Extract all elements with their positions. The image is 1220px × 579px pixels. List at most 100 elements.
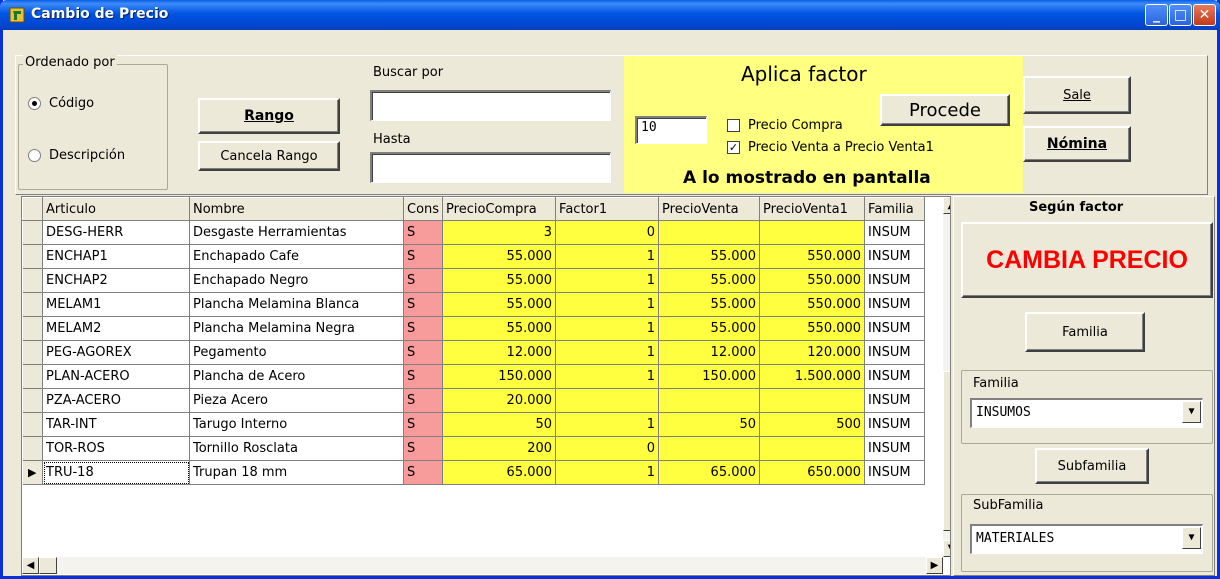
table-row[interactable]: PLAN-ACERO Plancha de Acero S 150.000 1 150.0… — [22, 364, 926, 389]
col-header-nombre[interactable]: Nombre — [189, 197, 404, 221]
grid-horizontal-scrollbar[interactable]: ◀ ▶ — [22, 557, 943, 574]
cell-nombre[interactable]: Pieza Acero — [189, 388, 404, 413]
chk-precio-compra-box[interactable] — [727, 119, 740, 132]
procede-button[interactable]: Procede — [880, 94, 1010, 126]
cell-cons[interactable]: S — [403, 364, 444, 389]
cell-precioventa[interactable]: 55.000 — [658, 316, 761, 341]
cell-nombre[interactable]: Desgaste Herramientas — [189, 220, 404, 245]
cell-familia[interactable]: INSUM — [864, 340, 926, 365]
cell-familia[interactable]: INSUM — [864, 412, 926, 437]
row-indicator[interactable] — [22, 244, 43, 269]
cell-preciocompra[interactable]: 55.000 — [442, 292, 557, 317]
cell-preciocompra[interactable]: 150.000 — [442, 364, 557, 389]
table-row[interactable]: ENCHAP2 Enchapado Negro S 55.000 1 55.000 550.… — [22, 268, 926, 293]
cell-precioventa1[interactable]: 550.000 — [759, 292, 866, 317]
cell-familia[interactable]: INSUM — [864, 388, 926, 413]
cell-precioventa1[interactable] — [759, 388, 866, 413]
row-indicator[interactable] — [22, 268, 43, 293]
subfamilia-dropdown-arrow-icon[interactable]: ▼ — [1182, 527, 1201, 549]
cell-nombre[interactable]: Enchapado Cafe — [189, 244, 404, 269]
cell-precioventa[interactable]: 50 — [658, 412, 761, 437]
subfamilia-button[interactable]: Subfamilia — [1035, 448, 1149, 484]
cell-cons[interactable]: S — [403, 412, 444, 437]
cell-precioventa[interactable]: 150.000 — [658, 364, 761, 389]
table-row[interactable]: ▶ TRU-18 Trupan 18 mm S 65.000 1 65.000 650.000… — [22, 460, 926, 485]
cell-articulo[interactable]: TAR-INT — [42, 412, 190, 437]
nomina-button[interactable]: Nómina — [1023, 126, 1131, 162]
table-row[interactable]: PEG-AGOREX Pegamento S 12.000 1 12.000 120.000… — [22, 340, 926, 365]
col-header-cons[interactable]: Cons — [402, 197, 444, 221]
cell-factor1[interactable]: 0 — [555, 436, 660, 461]
cell-precioventa1[interactable]: 120.000 — [759, 340, 866, 365]
table-row[interactable]: MELAM2 Plancha Melamina Negra S 55.000 1 55.0… — [22, 316, 926, 341]
cell-cons[interactable]: S — [403, 436, 444, 461]
cell-familia[interactable]: INSUM — [864, 364, 926, 389]
cell-precioventa1[interactable]: 550.000 — [759, 244, 866, 269]
cell-nombre[interactable]: Plancha Melamina Negra — [189, 316, 404, 341]
radio-descripcion-indicator[interactable] — [28, 149, 41, 162]
cell-familia[interactable]: INSUM — [864, 436, 926, 461]
cell-precioventa1[interactable] — [759, 220, 866, 245]
cell-preciocompra[interactable]: 55.000 — [442, 268, 557, 293]
cell-precioventa[interactable]: 65.000 — [658, 460, 761, 485]
cell-factor1[interactable] — [555, 388, 660, 413]
cell-familia[interactable]: INSUM — [864, 292, 926, 317]
cell-factor1[interactable]: 1 — [555, 460, 660, 485]
cell-factor1[interactable]: 1 — [555, 412, 660, 437]
cell-factor1[interactable]: 0 — [555, 220, 660, 245]
scroll-down-button[interactable]: ▼ — [943, 540, 950, 557]
cell-articulo[interactable]: ENCHAP2 — [42, 268, 190, 293]
cell-precioventa[interactable]: 55.000 — [658, 268, 761, 293]
col-header-familia[interactable]: Familia — [864, 197, 926, 221]
row-indicator[interactable] — [22, 412, 43, 437]
cell-cons[interactable]: S — [403, 220, 444, 245]
cell-preciocompra[interactable]: 55.000 — [442, 244, 557, 269]
radio-codigo[interactable]: Código — [28, 96, 94, 111]
cell-nombre[interactable]: Enchapado Negro — [189, 268, 404, 293]
row-indicator[interactable] — [22, 220, 43, 245]
scroll-up-button[interactable]: ▲ — [943, 197, 950, 214]
cell-familia[interactable]: INSUM — [864, 316, 926, 341]
familia-dropdown-arrow-icon[interactable]: ▼ — [1182, 401, 1201, 423]
row-indicator[interactable] — [22, 292, 43, 317]
cell-preciocompra[interactable]: 12.000 — [442, 340, 557, 365]
cell-precioventa[interactable]: 12.000 — [658, 340, 761, 365]
col-header-precioventa1[interactable]: PrecioVenta1 — [759, 197, 866, 221]
grid-vertical-scrollbar[interactable]: ▲ ▼ — [943, 197, 950, 557]
row-indicator[interactable] — [22, 316, 43, 341]
cell-precioventa1[interactable]: 550.000 — [759, 316, 866, 341]
chk-precio-venta[interactable]: ✓ Precio Venta a Precio Venta1 — [727, 140, 934, 155]
articulos-grid[interactable]: Articulo Nombre Cons PrecioCompra Factor… — [21, 196, 951, 576]
cell-preciocompra[interactable]: 50 — [442, 412, 557, 437]
factor-input[interactable]: 10 — [635, 116, 707, 144]
table-row[interactable]: TAR-INT Tarugo Interno S 50 1 50 500 INSUM — [22, 412, 926, 437]
cell-precioventa1[interactable]: 500 — [759, 412, 866, 437]
table-row[interactable]: DESG-HERR Desgaste Herramientas S 3 0 INSUM — [22, 220, 926, 245]
cell-factor1[interactable]: 1 — [555, 244, 660, 269]
scroll-thumb[interactable] — [943, 371, 950, 531]
cell-nombre[interactable]: Pegamento — [189, 340, 404, 365]
rango-button[interactable]: Rango — [198, 98, 340, 134]
scroll-right-button[interactable]: ▶ — [926, 557, 943, 574]
close-button[interactable]: ✕ — [1193, 4, 1216, 26]
cell-cons[interactable]: S — [403, 388, 444, 413]
cell-factor1[interactable]: 1 — [555, 268, 660, 293]
cell-familia[interactable]: INSUM — [864, 460, 926, 485]
cell-preciocompra[interactable]: 55.000 — [442, 316, 557, 341]
cell-cons[interactable]: S — [403, 340, 444, 365]
chk-precio-compra[interactable]: Precio Compra — [727, 118, 843, 133]
cell-articulo[interactable]: PLAN-ACERO — [42, 364, 190, 389]
familia-button[interactable]: Familia — [1025, 312, 1145, 352]
table-row[interactable]: MELAM1 Plancha Melamina Blanca S 55.000 1 55.… — [22, 292, 926, 317]
cell-precioventa[interactable]: 55.000 — [658, 244, 761, 269]
col-header-articulo[interactable]: Articulo — [42, 197, 190, 221]
chk-precio-venta-box[interactable]: ✓ — [727, 141, 740, 154]
cell-articulo[interactable]: MELAM2 — [42, 316, 190, 341]
buscar-input[interactable] — [370, 90, 611, 121]
cell-factor1[interactable]: 1 — [555, 316, 660, 341]
title-bar[interactable]: Cambio de Precio _ □ ✕ — [0, 0, 1220, 30]
cell-preciocompra[interactable]: 65.000 — [442, 460, 557, 485]
hscroll-thumb[interactable] — [39, 557, 57, 574]
col-header-factor1[interactable]: Factor1 — [555, 197, 660, 221]
cell-factor1[interactable]: 1 — [555, 292, 660, 317]
